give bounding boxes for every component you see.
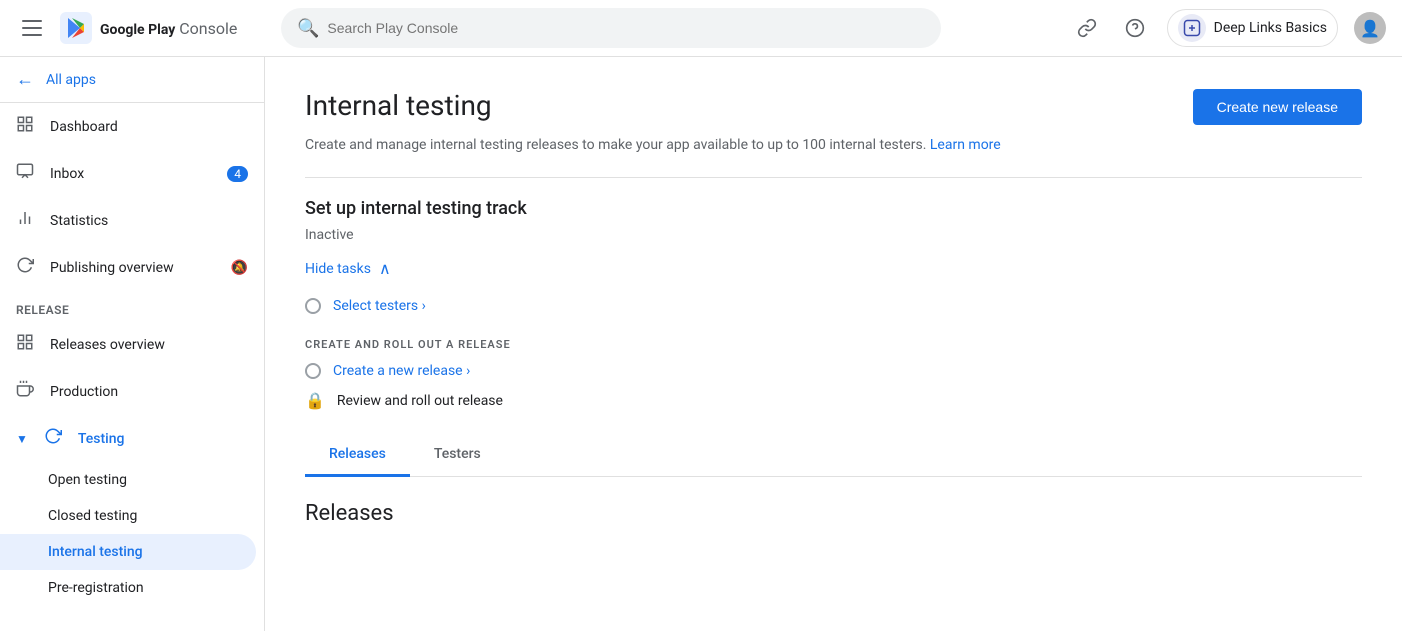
closed-testing-label: Closed testing xyxy=(48,508,137,524)
sidebar-item-dashboard[interactable]: Dashboard xyxy=(0,103,264,150)
all-apps-button[interactable]: ← All apps xyxy=(0,57,264,103)
statistics-icon xyxy=(16,209,34,232)
sidebar-subitem-closed-testing[interactable]: Closed testing xyxy=(0,498,264,534)
learn-more-link[interactable]: Learn more xyxy=(930,137,1001,153)
hamburger-menu-button[interactable] xyxy=(16,12,48,44)
sidebar-item-releases-overview[interactable]: Releases overview xyxy=(0,321,264,368)
task-item-review: 🔒 Review and roll out release xyxy=(305,391,1362,410)
app-badge[interactable]: Deep Links Basics xyxy=(1167,9,1338,47)
divider-1 xyxy=(305,177,1362,178)
releases-section-title: Releases xyxy=(305,501,1362,526)
sidebar-item-label: Statistics xyxy=(50,213,108,229)
page-header: Internal testing Create new release xyxy=(305,89,1362,125)
dashboard-icon xyxy=(16,115,34,138)
task-list: Select testers › xyxy=(305,298,1362,314)
sidebar-item-inbox[interactable]: Inbox 4 xyxy=(0,150,264,197)
production-icon xyxy=(16,380,34,403)
search-bar[interactable]: 🔍 xyxy=(281,8,941,48)
task-circle-2-icon xyxy=(305,363,321,379)
main-layout: ← All apps Dashboard Inbox 4 Statistics xyxy=(0,57,1402,631)
sidebar-item-label: Production xyxy=(50,384,118,400)
logo-area: Google Play Console xyxy=(60,12,237,44)
internal-testing-label: Internal testing xyxy=(48,544,143,560)
sidebar-item-label: Dashboard xyxy=(50,119,118,135)
inbox-badge: 4 xyxy=(227,166,248,182)
task-list-release: Create a new release › 🔒 Review and roll… xyxy=(305,363,1362,410)
sidebar-item-publishing-overview[interactable]: Publishing overview 🔕 xyxy=(0,244,264,291)
sidebar-subitem-internal-testing[interactable]: Internal testing xyxy=(0,534,256,570)
pre-registration-label: Pre-registration xyxy=(48,580,144,596)
help-icon xyxy=(1125,18,1145,38)
avatar[interactable]: 👤 xyxy=(1354,12,1386,44)
create-new-release-link[interactable]: Create a new release › xyxy=(333,363,470,379)
hide-tasks-label: Hide tasks xyxy=(305,261,371,277)
app-badge-icon xyxy=(1178,14,1206,42)
open-testing-label: Open testing xyxy=(48,472,127,488)
sidebar-item-label: Releases overview xyxy=(50,337,165,353)
content-area: Internal testing Create new release Crea… xyxy=(265,57,1402,631)
sidebar-item-label: Inbox xyxy=(50,166,84,182)
task-circle-icon xyxy=(305,298,321,314)
status-text: Inactive xyxy=(305,227,1362,243)
sidebar: ← All apps Dashboard Inbox 4 Statistics xyxy=(0,57,265,631)
create-new-release-button[interactable]: Create new release xyxy=(1193,89,1362,125)
sidebar-subitem-pre-registration[interactable]: Pre-registration xyxy=(0,570,264,606)
release-section-label: Release xyxy=(0,291,264,321)
tabs: Releases Testers xyxy=(305,434,1362,477)
sidebar-item-label: Publishing overview xyxy=(50,260,174,276)
google-play-logo-icon xyxy=(60,12,92,44)
tab-testers[interactable]: Testers xyxy=(410,434,505,477)
sidebar-item-testing[interactable]: ▼ Testing xyxy=(0,415,264,462)
setup-section-title: Set up internal testing track xyxy=(305,198,1362,219)
tab-releases[interactable]: Releases xyxy=(305,434,410,477)
testing-icon xyxy=(44,427,62,450)
sidebar-item-production[interactable]: Production xyxy=(0,368,264,415)
help-icon-button[interactable] xyxy=(1119,12,1151,44)
select-testers-link[interactable]: Select testers › xyxy=(333,298,426,314)
topbar-left: Google Play Console xyxy=(16,12,281,44)
hide-tasks-toggle[interactable]: Hide tasks ∧ xyxy=(305,259,1362,278)
sidebar-subitem-open-testing[interactable]: Open testing xyxy=(0,462,264,498)
hamburger-icon xyxy=(18,16,46,40)
all-apps-label: All apps xyxy=(46,72,96,88)
mute-icon: 🔕 xyxy=(231,260,248,276)
topbar: Google Play Console 🔍 Deep Links Basics … xyxy=(0,0,1402,57)
topbar-right: Deep Links Basics 👤 xyxy=(1071,9,1386,47)
sidebar-item-statistics[interactable]: Statistics xyxy=(0,197,264,244)
review-label: Review and roll out release xyxy=(337,393,503,409)
releases-overview-icon xyxy=(16,333,34,356)
task-item-select-testers: Select testers › xyxy=(305,298,1362,314)
sidebar-item-label: Testing xyxy=(78,431,125,447)
page-title: Internal testing xyxy=(305,89,492,122)
testing-arrow-icon: ▼ xyxy=(16,432,28,446)
logo-text: Google Play Console xyxy=(100,19,237,38)
link-icon-button[interactable] xyxy=(1071,12,1103,44)
back-arrow-icon: ← xyxy=(16,69,34,90)
app-badge-name: Deep Links Basics xyxy=(1214,20,1327,36)
link-icon xyxy=(1077,18,1097,38)
chevron-up-icon: ∧ xyxy=(379,259,391,278)
publishing-overview-icon xyxy=(16,256,34,279)
lock-icon: 🔒 xyxy=(305,391,325,410)
search-icon: 🔍 xyxy=(297,18,319,39)
create-rollout-label: CREATE AND ROLL OUT A RELEASE xyxy=(305,338,1362,351)
page-description-text: Create and manage internal testing relea… xyxy=(305,137,926,153)
page-description: Create and manage internal testing relea… xyxy=(305,137,1362,153)
inbox-icon xyxy=(16,162,34,185)
search-input[interactable] xyxy=(327,20,925,36)
task-item-create-release: Create a new release › xyxy=(305,363,1362,379)
